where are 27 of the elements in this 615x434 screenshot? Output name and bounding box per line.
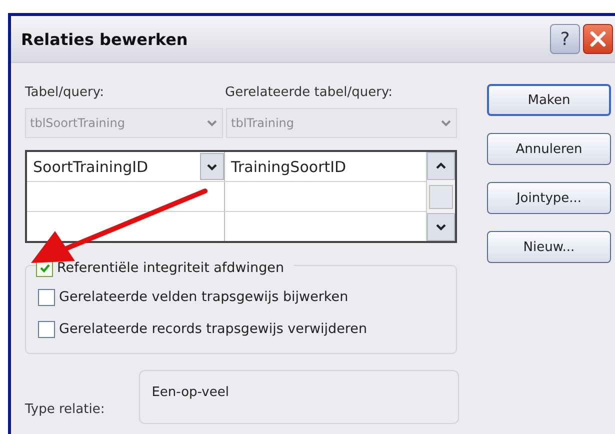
relation-type-label: Type relatie: [25, 402, 105, 416]
table-label: Tabel/query: [25, 85, 105, 100]
checkbox[interactable] [38, 320, 55, 338]
help-button[interactable]: ? [550, 24, 580, 54]
checkbox-label: Referentiële integriteit afdwingen [57, 260, 284, 276]
checkbox-label: Gerelateerde velden trapsgewijs bijwerken [59, 289, 348, 305]
chevron-down-icon [206, 162, 218, 172]
relation-type-value: Een-op-veel [152, 385, 229, 400]
field-cell[interactable]: SoortTrainingID [27, 152, 225, 181]
dialog-button[interactable]: Nieuw... [487, 231, 611, 263]
close-icon [588, 29, 608, 49]
close-button[interactable] [583, 24, 613, 54]
dropdown-button[interactable] [200, 153, 224, 180]
scroll-up-icon [435, 161, 447, 171]
checkbox-label: Gerelateerde records trapsgewijs verwijderen [59, 321, 368, 337]
scroll-down-icon [435, 222, 447, 232]
related-table-label: Gerelateerde tabel/query: [225, 85, 393, 100]
scrollbar[interactable] [426, 152, 455, 241]
dialog-button[interactable]: Annuleren [487, 133, 611, 165]
dialog-button[interactable]: Jointype... [487, 182, 611, 214]
checkbox[interactable] [38, 288, 55, 306]
chevron-down-icon [440, 118, 452, 128]
chevron-down-icon [206, 118, 218, 128]
window-title: Relaties bewerken [21, 30, 188, 48]
scrollbar-thumb[interactable] [429, 184, 453, 208]
related-field-cell[interactable]: TrainingSoortID [225, 152, 426, 181]
dialog-button[interactable]: Maken [487, 84, 611, 116]
